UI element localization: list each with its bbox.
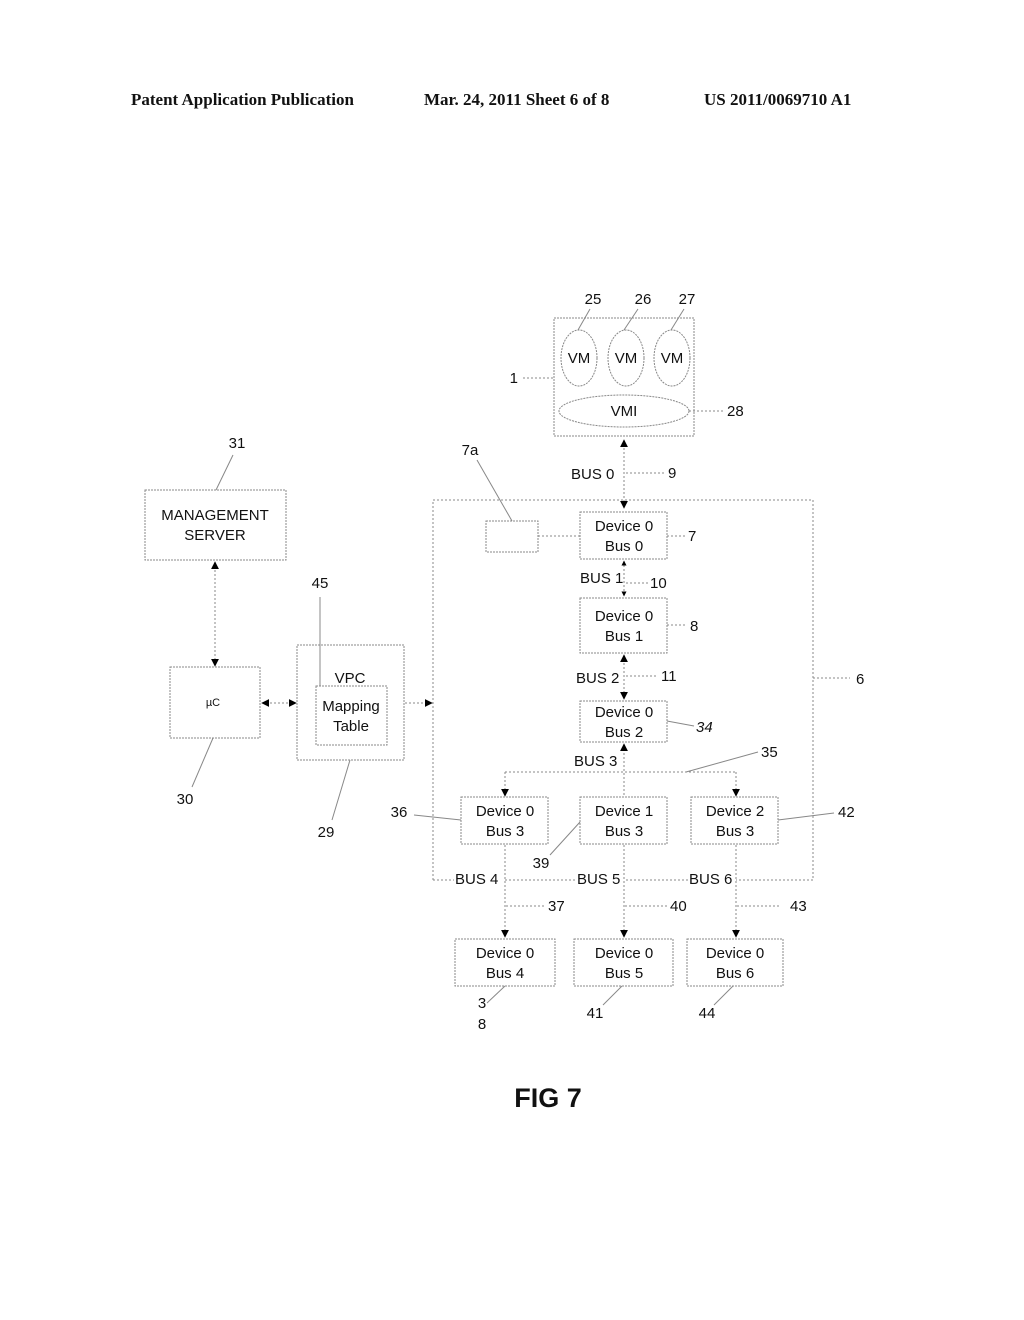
fig7-diagram: VM VM VM VMI 25 26 27 1 28 BUS 0 9 MANAG…: [144, 291, 864, 1113]
ref-7: 7: [688, 528, 696, 545]
ref-42: 42: [838, 804, 855, 821]
mapping-table-box: [315, 685, 388, 746]
figure-caption: FIG 7: [514, 1083, 582, 1113]
ref-26: 26: [635, 291, 652, 308]
ref-40: 40: [670, 898, 687, 915]
device-0-bus-1-line2: Bus 1: [605, 628, 643, 645]
ref-30: 30: [177, 791, 194, 808]
ref-8: 8: [690, 618, 698, 635]
device-0-bus-0-line1: Device 0: [595, 518, 653, 535]
device-2-bus-3-line2: Bus 3: [716, 823, 754, 840]
device-1-bus-3-line2: Bus 3: [605, 823, 643, 840]
bus0-label: BUS 0: [571, 466, 614, 483]
bus2-label: BUS 2: [576, 670, 619, 687]
bus3-label: BUS 3: [574, 753, 617, 770]
device-0-bus-3-line2: Bus 3: [486, 823, 524, 840]
ref-38-line2: 8: [478, 1016, 486, 1033]
management-server-line1: MANAGEMENT: [161, 507, 269, 524]
ref-28: 28: [727, 403, 744, 420]
ref-27: 27: [679, 291, 696, 308]
device-0-bus-2-line2: Bus 2: [605, 724, 643, 741]
ref-25: 25: [585, 291, 602, 308]
ref-29: 29: [318, 824, 335, 841]
vm-25-label: VM: [568, 350, 591, 367]
ref-35: 35: [761, 744, 778, 761]
management-server-line2: SERVER: [184, 527, 246, 544]
ref-43: 43: [790, 898, 807, 915]
ref-31: 31: [229, 435, 246, 452]
mapping-table-line1: Mapping: [322, 698, 380, 715]
ref-45: 45: [312, 575, 329, 592]
device-0-bus-5-line1: Device 0: [595, 945, 653, 962]
bus6-label: BUS 6: [689, 871, 732, 888]
ref-1: 1: [510, 370, 518, 387]
ref-11: 11: [661, 668, 677, 685]
device-0-bus-0-line2: Bus 0: [605, 538, 643, 555]
ref-37: 37: [548, 898, 565, 915]
mapping-table-line2: Table: [333, 718, 369, 735]
port-box-7a: [485, 520, 539, 553]
bus1-label: BUS 1: [580, 570, 623, 587]
device-0-bus-6-line1: Device 0: [706, 945, 764, 962]
ref-9: 9: [668, 465, 676, 482]
ref-6: 6: [856, 671, 864, 688]
microcontroller-label: µC: [206, 697, 220, 709]
ref-10: 10: [650, 575, 667, 592]
vpc-label: VPC: [335, 670, 366, 687]
device-0-bus-3-line1: Device 0: [476, 803, 534, 820]
ref-38-line1: 3: [478, 995, 486, 1012]
device-0-bus-6-line2: Bus 6: [716, 965, 754, 982]
ref-7a: 7a: [462, 442, 479, 459]
device-0-bus-5-line2: Bus 5: [605, 965, 643, 982]
bus4-label: BUS 4: [455, 871, 498, 888]
management-server-box: [144, 489, 287, 561]
vmi-label: VMI: [611, 403, 638, 420]
ref-36: 36: [391, 804, 408, 821]
device-0-bus-4-line2: Bus 4: [486, 965, 524, 982]
ref-34: 34: [696, 719, 713, 736]
device-0-bus-2-line1: Device 0: [595, 704, 653, 721]
device-1-bus-3-line1: Device 1: [595, 803, 653, 820]
host-system: VM VM VM VMI 25 26 27 1 28: [510, 291, 744, 437]
bus5-label: BUS 5: [577, 871, 620, 888]
vm-26-label: VM: [615, 350, 638, 367]
ref-39: 39: [533, 855, 550, 872]
ref-41: 41: [587, 1005, 604, 1022]
vm-27-label: VM: [661, 350, 684, 367]
ref-44: 44: [699, 1005, 716, 1022]
device-2-bus-3-line1: Device 2: [706, 803, 764, 820]
device-0-bus-4-line1: Device 0: [476, 945, 534, 962]
device-0-bus-1-line1: Device 0: [595, 608, 653, 625]
